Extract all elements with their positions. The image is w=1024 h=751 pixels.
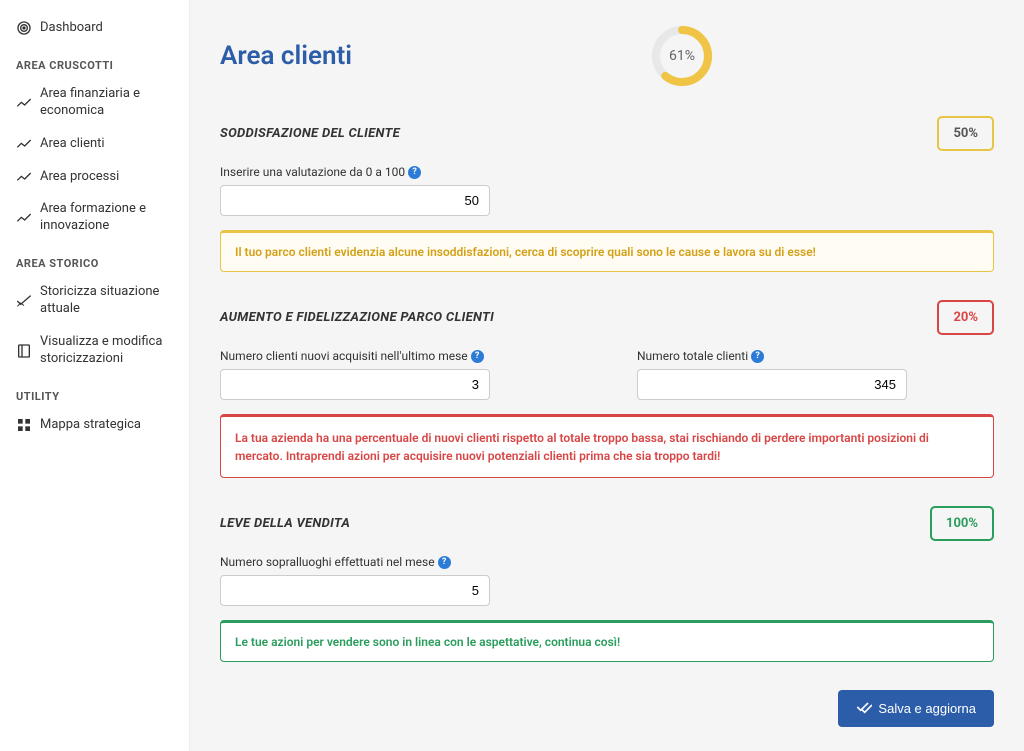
chart-line-icon (16, 95, 32, 111)
sidebar-section-cruscotti: AREA CRUSCOTTI (0, 45, 189, 78)
section-title-soddisfazione: SODDISFAZIONE DEL CLIENTE (220, 126, 400, 141)
sidebar-item-label: Dashboard (40, 20, 103, 37)
help-icon[interactable]: ? (438, 556, 451, 569)
sidebar-item-label: Storicizza situazione attuale (40, 284, 173, 318)
section-title-aumento: AUMENTO E FIDELIZZAZIONE PARCO CLIENTI (220, 310, 494, 325)
section-aumento: AUMENTO E FIDELIZZAZIONE PARCO CLIENTI 2… (220, 300, 994, 478)
sidebar-item-clienti[interactable]: Area clienti (0, 128, 189, 161)
field-label-valutazione: Inserire una valutazione da 0 a 100 ? (220, 165, 620, 179)
alert-soddisfazione: Il tuo parco clienti evidenzia alcune in… (220, 230, 994, 272)
actions-row: Salva e aggiorna (220, 690, 994, 727)
input-sopralluoghi[interactable] (220, 575, 490, 606)
sidebar-item-label: Area formazione e innovazione (40, 201, 173, 235)
check-chart-icon (16, 293, 32, 309)
badge-leve: 100% (930, 506, 994, 541)
main-content: Area clienti 61% SODDISFAZIONE DEL CLIEN… (190, 0, 1024, 751)
sidebar-item-storicizza[interactable]: Storicizza situazione attuale (0, 276, 189, 326)
badge-aumento: 20% (937, 300, 994, 335)
sidebar-item-label: Area finanziaria e economica (40, 86, 173, 120)
sidebar-item-finanziaria[interactable]: Area finanziaria e economica (0, 78, 189, 128)
alert-leve: Le tue azioni per vendere sono in linea … (220, 620, 994, 662)
grid-icon (16, 417, 32, 433)
field-label-sopralluoghi: Numero sopralluoghi effettuati nel mese … (220, 555, 620, 569)
sidebar-section-utility: UTILITY (0, 376, 189, 409)
sidebar-item-processi[interactable]: Area processi (0, 161, 189, 194)
overall-gauge: 61% (650, 24, 714, 88)
chart-line-icon (16, 210, 32, 226)
section-leve: LEVE DELLA VENDITA 100% Numero sopralluo… (220, 506, 994, 662)
help-icon[interactable]: ? (408, 166, 421, 179)
sidebar-item-label: Area clienti (40, 136, 105, 153)
save-button-label: Salva e aggiorna (878, 701, 976, 716)
sidebar: Dashboard AREA CRUSCOTTI Area finanziari… (0, 0, 190, 751)
save-button[interactable]: Salva e aggiorna (838, 690, 994, 727)
help-icon[interactable]: ? (471, 350, 484, 363)
sidebar-item-dashboard[interactable]: Dashboard (0, 12, 189, 45)
sidebar-item-label: Mappa strategica (40, 417, 141, 434)
chart-line-icon (16, 136, 32, 152)
chart-line-icon (16, 169, 32, 185)
sidebar-item-formazione[interactable]: Area formazione e innovazione (0, 193, 189, 243)
gauge-percent: 61% (669, 48, 695, 64)
field-label-nuovi-clienti: Numero clienti nuovi acquisiti nell'ulti… (220, 349, 577, 363)
book-icon (16, 343, 32, 359)
input-valutazione[interactable] (220, 185, 490, 216)
field-label-totale-clienti: Numero totale clienti ? (637, 349, 994, 363)
input-totale-clienti[interactable] (637, 369, 907, 400)
check-all-icon (856, 700, 872, 717)
sidebar-item-mappa[interactable]: Mappa strategica (0, 409, 189, 442)
input-nuovi-clienti[interactable] (220, 369, 490, 400)
page-title: Area clienti (220, 41, 650, 71)
page-header: Area clienti 61% (220, 24, 994, 88)
section-soddisfazione: SODDISFAZIONE DEL CLIENTE 50% Inserire u… (220, 116, 994, 272)
sidebar-item-label: Visualizza e modifica storicizzazioni (40, 334, 173, 368)
sidebar-item-label: Area processi (40, 169, 119, 186)
alert-aumento: La tua azienda ha una percentuale di nuo… (220, 414, 994, 478)
help-icon[interactable]: ? (751, 350, 764, 363)
sidebar-item-visualizza[interactable]: Visualizza e modifica storicizzazioni (0, 326, 189, 376)
section-title-leve: LEVE DELLA VENDITA (220, 516, 350, 531)
target-icon (16, 20, 32, 36)
sidebar-section-storico: AREA STORICO (0, 243, 189, 276)
badge-soddisfazione: 50% (937, 116, 994, 151)
